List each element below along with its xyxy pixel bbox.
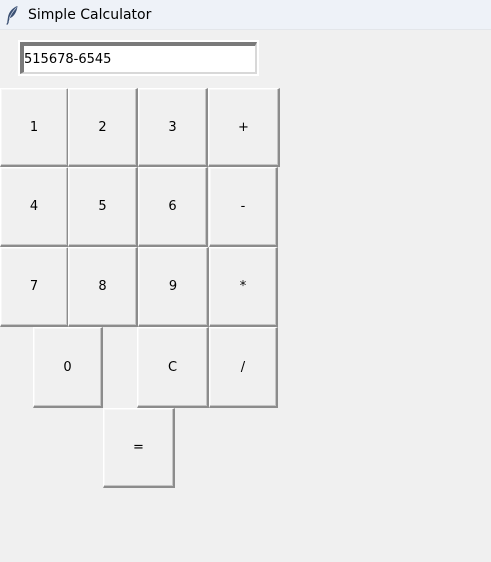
- display-input[interactable]: [20, 42, 257, 74]
- display-frame: [18, 40, 259, 76]
- button-5[interactable]: 5: [68, 167, 138, 247]
- button-9[interactable]: 9: [138, 247, 209, 327]
- button-multiply[interactable]: *: [209, 247, 278, 327]
- button-2[interactable]: 2: [68, 88, 138, 167]
- button-divide[interactable]: /: [209, 327, 278, 408]
- button-7[interactable]: 7: [0, 247, 69, 327]
- title-bar[interactable]: Simple Calculator: [0, 0, 491, 30]
- feather-icon: [6, 6, 18, 25]
- button-3[interactable]: 3: [138, 88, 208, 167]
- button-4[interactable]: 4: [0, 167, 69, 247]
- button-equals[interactable]: =: [103, 408, 175, 488]
- button-1[interactable]: 1: [0, 88, 69, 167]
- button-6[interactable]: 6: [138, 167, 208, 247]
- button-0[interactable]: 0: [33, 327, 103, 408]
- button-clear[interactable]: C: [137, 327, 209, 408]
- button-8[interactable]: 8: [68, 247, 138, 327]
- button-plus[interactable]: +: [208, 88, 280, 167]
- button-minus[interactable]: -: [209, 167, 278, 247]
- window-title: Simple Calculator: [28, 7, 152, 23]
